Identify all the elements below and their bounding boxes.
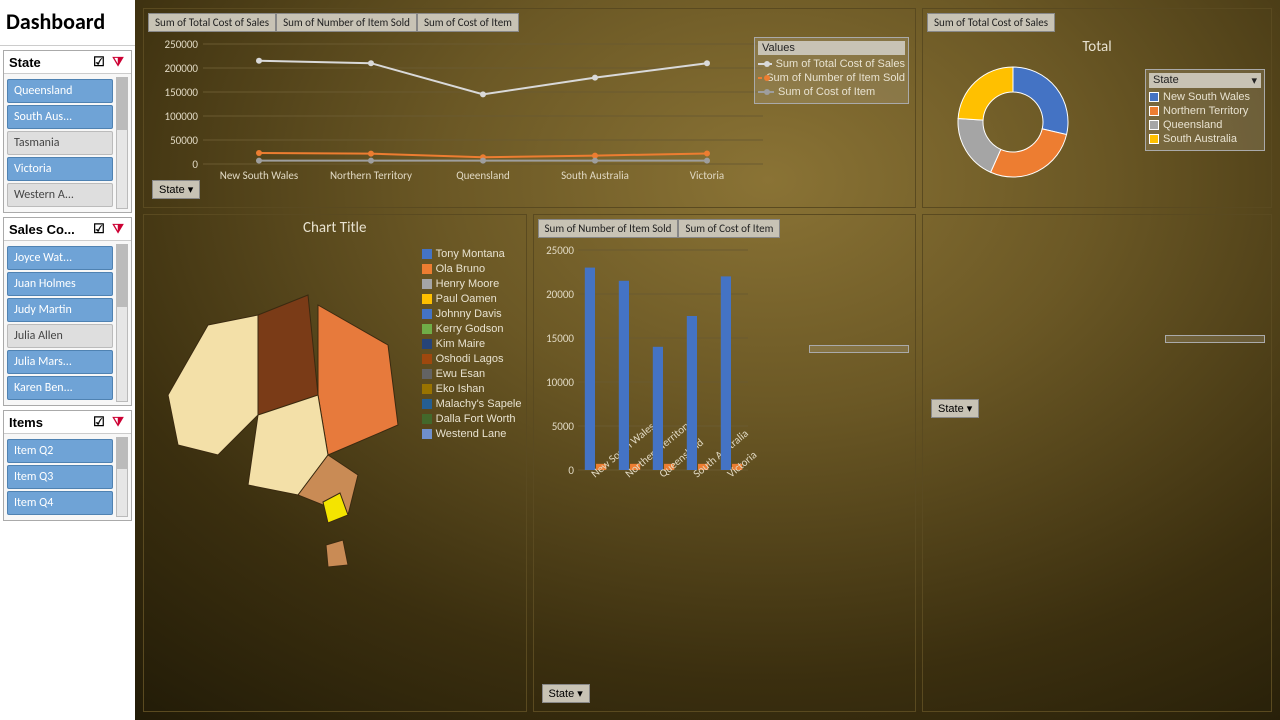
line-chart-panel: Sum of Total Cost of SalesSum of Number … [143, 8, 916, 208]
measure-tab[interactable]: Sum of Number of Item Sold [538, 219, 679, 238]
slicer-item[interactable]: Juan Holmes [7, 272, 113, 296]
svg-text:0: 0 [568, 464, 574, 477]
svg-text:0: 0 [192, 158, 198, 171]
map-title: Chart Title [144, 215, 526, 241]
bar-legend [809, 345, 909, 353]
bar-filter[interactable]: State▾ [542, 684, 590, 703]
scrollbar[interactable] [116, 244, 128, 402]
slicer-item[interactable]: Joyce Wat... [7, 246, 113, 270]
slicer-sales: Sales Co... ☑ ⧩ Joyce Wat...Juan HolmesJ… [3, 217, 132, 406]
slicer-title: State [9, 55, 41, 70]
state-filter-chip[interactable]: State ▾ [152, 180, 200, 199]
slicer-item[interactable]: Item Q3 [7, 465, 113, 489]
measure-tab[interactable]: Sum of Cost of Item [417, 13, 519, 32]
slicer-item[interactable]: Judy Martin [7, 298, 113, 322]
measure-tab[interactable]: Sum of Cost of Item [678, 219, 780, 238]
bar-tabs: Sum of Number of Item SoldSum of Cost of… [538, 219, 916, 238]
svg-text:15000: 15000 [546, 332, 574, 345]
svg-text:150000: 150000 [165, 86, 199, 99]
multiselect-icon[interactable]: ☑ [91, 221, 107, 237]
measure-tab[interactable]: Sum of Number of Item Sold [276, 13, 417, 32]
slicer-items: Items ☑ ⧩ Item Q2Item Q3Item Q4 [3, 410, 132, 521]
slicer-item[interactable]: Item Q4 [7, 491, 113, 515]
funnel-icon: ▾ [188, 183, 194, 196]
svg-text:200000: 200000 [165, 62, 199, 75]
bar-chart-panel: Sum of Number of Item SoldSum of Cost of… [533, 214, 917, 712]
slicer-item[interactable]: Queensland [7, 79, 113, 103]
funnel-icon: ▾ [577, 687, 583, 700]
hbar-filter[interactable]: State▾ [931, 399, 979, 418]
donut-tab[interactable]: Sum of Total Cost of Sales [927, 13, 1055, 32]
svg-text:250000: 250000 [165, 38, 199, 51]
svg-text:5000: 5000 [551, 420, 574, 433]
scrollbar[interactable] [116, 77, 128, 209]
svg-text:20000: 20000 [546, 288, 574, 301]
svg-text:100000: 100000 [165, 110, 199, 123]
funnel-icon: ▾ [967, 402, 973, 415]
slicer-item[interactable]: Victoria [7, 157, 113, 181]
line-chart-legend: ValuesSum of Total Cost of SalesSum of N… [754, 37, 909, 104]
slicer-item[interactable]: South Aus... [7, 105, 113, 129]
slicer-title: Sales Co... [9, 222, 75, 237]
svg-text:Northern Territory: Northern Territory [330, 169, 412, 182]
line-chart-tabs: Sum of Total Cost of SalesSum of Number … [148, 13, 915, 32]
slicer-item[interactable]: Tasmania [7, 131, 113, 155]
svg-text:Victoria: Victoria [690, 169, 724, 182]
donut-chart-panel: Sum of Total Cost of Sales Total State▾N… [922, 8, 1272, 208]
slicer-item[interactable]: Item Q2 [7, 439, 113, 463]
slicer-item[interactable]: Julia Mars... [7, 350, 113, 374]
donut-legend: State▾New South WalesNorthern TerritoryQ… [1145, 69, 1265, 151]
page-title: Dashboard [0, 0, 135, 46]
svg-text:South Australia: South Australia [561, 169, 629, 182]
scrollbar[interactable] [116, 437, 128, 517]
svg-text:10000: 10000 [546, 376, 574, 389]
measure-tab[interactable]: Sum of Total Cost of Sales [148, 13, 276, 32]
map-legend: Tony MontanaOla BrunoHenry MoorePaul Oam… [422, 245, 522, 443]
slicer-item[interactable]: Western A... [7, 183, 113, 207]
slicer-state: State ☑ ⧩ QueenslandSouth Aus...Tasmania… [3, 50, 132, 213]
svg-text:Queensland: Queensland [456, 169, 510, 182]
svg-text:New South Wales: New South Wales [220, 169, 298, 182]
sidebar: Dashboard State ☑ ⧩ QueenslandSouth Aus.… [0, 0, 135, 720]
clear-filter-icon[interactable]: ⧩ [110, 414, 126, 430]
multiselect-icon[interactable]: ☑ [91, 414, 107, 430]
hbar-legend [1165, 335, 1265, 343]
slicer-item[interactable]: Julia Allen [7, 324, 113, 348]
clear-filter-icon[interactable]: ⧩ [110, 221, 126, 237]
multiselect-icon[interactable]: ☑ [91, 54, 107, 70]
svg-text:25000: 25000 [546, 244, 574, 257]
slicer-item[interactable]: Karen Ben... [7, 376, 113, 400]
filter-label: State [159, 184, 185, 196]
clear-filter-icon[interactable]: ⧩ [110, 54, 126, 70]
map-chart-panel: Chart Title Tony MontanaOla BrunoHenry M… [143, 214, 527, 712]
svg-text:50000: 50000 [170, 134, 198, 147]
hbar-chart-panel: State▾ [922, 214, 1272, 712]
slicer-title: Items [9, 415, 43, 430]
